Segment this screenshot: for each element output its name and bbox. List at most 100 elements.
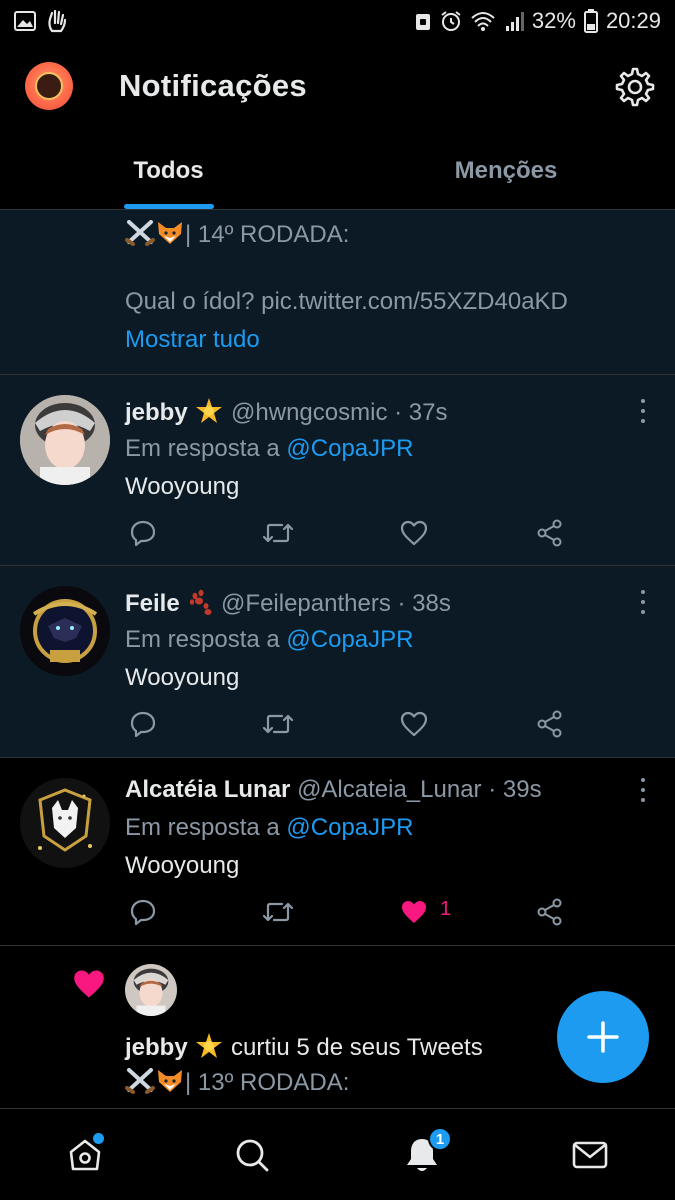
panther-crest-icon xyxy=(20,586,110,676)
like-action: curtiu 5 de seus Tweets xyxy=(231,1034,483,1061)
user-handle: @Alcateia_Lunar xyxy=(297,776,482,803)
nav-search[interactable] xyxy=(230,1133,274,1177)
tab-todos[interactable]: Todos xyxy=(0,132,337,210)
reply-header: Feile @Feilepanthers · 38s xyxy=(125,588,451,618)
reply-notification[interactable]: Alcatéia Lunar @Alcateia_Lunar · 39s Em … xyxy=(0,758,675,946)
reply-notification[interactable]: jebby @hwngcosmic · 37s Em resposta a @C… xyxy=(0,375,675,566)
reply-to-mention[interactable]: @CopaJPR xyxy=(286,626,413,653)
user-avatar-small[interactable] xyxy=(125,964,177,1016)
retweet-icon xyxy=(262,523,294,543)
plus-icon xyxy=(587,1021,619,1053)
reply-context: Em resposta a @CopaJPR xyxy=(125,626,413,654)
user-avatar[interactable] xyxy=(20,778,110,868)
like-button[interactable] xyxy=(396,515,432,551)
user-name[interactable]: jebby xyxy=(125,399,188,426)
retweet-button[interactable] xyxy=(260,894,296,930)
reply-prefix: Em resposta a xyxy=(125,814,280,841)
share-button[interactable] xyxy=(532,515,568,551)
reply-icon xyxy=(130,899,156,926)
user-avatar[interactable] xyxy=(20,395,110,485)
tweet-preview-card[interactable]: | 14º RODADA: Qual o ídol? pic.twitter.c… xyxy=(0,210,675,375)
tweet-actions: 1 xyxy=(125,894,575,930)
reply-button[interactable] xyxy=(125,515,161,551)
reply-button[interactable] xyxy=(125,706,161,742)
tab-mencoes[interactable]: Menções xyxy=(337,132,675,210)
share-button[interactable] xyxy=(532,894,568,930)
user-handle: @Feilepanthers xyxy=(221,590,391,617)
tweet-text: Wooyoung xyxy=(125,473,240,500)
reply-prefix: Em resposta a xyxy=(125,435,280,462)
reply-icon xyxy=(130,520,156,547)
like-notification-text: jebby curtiu 5 de seus Tweets xyxy=(125,1032,483,1062)
reply-button[interactable] xyxy=(125,894,161,930)
share-button[interactable] xyxy=(532,706,568,742)
tab-mencoes-label: Menções xyxy=(454,157,558,184)
user-handle: @hwngcosmic xyxy=(231,399,388,426)
heart-outline-icon xyxy=(400,520,428,546)
glowing-star-icon xyxy=(196,1033,223,1058)
reply-icon xyxy=(130,711,156,738)
page-title: Notificações xyxy=(119,68,307,103)
nav-notifications[interactable]: 1 xyxy=(400,1127,452,1177)
gear-icon xyxy=(615,67,655,107)
like-button[interactable] xyxy=(396,706,432,742)
wolf-crest-icon xyxy=(20,778,110,868)
status-bar: 32% 20:29 xyxy=(0,0,675,42)
settings-button[interactable] xyxy=(614,66,656,108)
crossed-swords-icon xyxy=(125,1068,155,1094)
reply-header: Alcatéia Lunar @Alcateia_Lunar · 39s xyxy=(125,776,542,804)
user-name[interactable]: Alcatéia Lunar xyxy=(125,776,290,803)
reply-context: Em resposta a @CopaJPR xyxy=(125,814,413,842)
share-icon xyxy=(537,519,562,547)
show-all-link[interactable]: Mostrar tudo xyxy=(125,326,260,354)
reply-context: Em resposta a @CopaJPR xyxy=(125,435,413,463)
notification-feed: | 14º RODADA: Qual o ídol? pic.twitter.c… xyxy=(0,210,675,1106)
tweet-time: · 37s xyxy=(394,399,448,426)
crossed-swords-icon xyxy=(125,220,155,246)
avatar-portrait-icon xyxy=(125,964,177,1016)
gallery-icon xyxy=(14,11,36,31)
share-icon xyxy=(537,898,562,926)
more-options-button[interactable] xyxy=(639,778,647,802)
app-header: Notificações xyxy=(0,42,675,132)
glowing-star-icon xyxy=(196,398,223,423)
reply-header: jebby @hwngcosmic · 37s xyxy=(125,397,447,427)
user-avatar[interactable] xyxy=(20,586,110,676)
hand-icon xyxy=(48,9,67,33)
notification-tabs: Todos Menções xyxy=(0,132,675,210)
lock-rotate-icon xyxy=(415,14,430,30)
profile-avatar[interactable] xyxy=(25,62,73,110)
retweet-button[interactable] xyxy=(260,706,296,742)
lion-logo-icon xyxy=(35,72,63,100)
tweet-preview-text: Qual o ídol? pic.twitter.com/55XZD40aKD xyxy=(125,288,568,315)
retweet-icon xyxy=(262,902,294,922)
fox-icon xyxy=(158,222,182,244)
active-tab-indicator xyxy=(124,204,214,209)
reply-to-mention[interactable]: @CopaJPR xyxy=(286,814,413,841)
heart-filled-icon xyxy=(402,901,426,923)
tab-todos-label: Todos xyxy=(133,157,204,184)
avatar-portrait-icon xyxy=(20,395,110,485)
like-button-active[interactable] xyxy=(396,894,432,930)
liked-tweet-round: | 13º RODADA: xyxy=(185,1069,350,1096)
tweet-actions xyxy=(125,515,575,551)
nav-home[interactable] xyxy=(63,1133,107,1177)
user-name[interactable]: jebby xyxy=(125,1034,188,1061)
more-options-button[interactable] xyxy=(639,399,647,423)
more-options-button[interactable] xyxy=(639,590,647,614)
notifications-badge: 1 xyxy=(428,1127,452,1151)
nav-messages[interactable] xyxy=(568,1133,612,1177)
reply-to-mention[interactable]: @CopaJPR xyxy=(286,435,413,462)
home-new-indicator xyxy=(93,1133,104,1144)
heart-outline-icon xyxy=(400,711,428,737)
compose-tweet-button[interactable] xyxy=(557,991,649,1083)
fox-icon xyxy=(158,1070,182,1092)
tweet-text: Wooyoung xyxy=(125,852,240,879)
retweet-icon xyxy=(262,714,294,734)
envelope-icon xyxy=(572,1141,608,1169)
retweet-button[interactable] xyxy=(260,515,296,551)
reply-notification[interactable]: Feile @Feilepanthers · 38s Em resposta a… xyxy=(0,566,675,758)
user-name[interactable]: Feile xyxy=(125,590,180,617)
status-left xyxy=(14,9,68,33)
alarm-icon xyxy=(441,11,461,31)
